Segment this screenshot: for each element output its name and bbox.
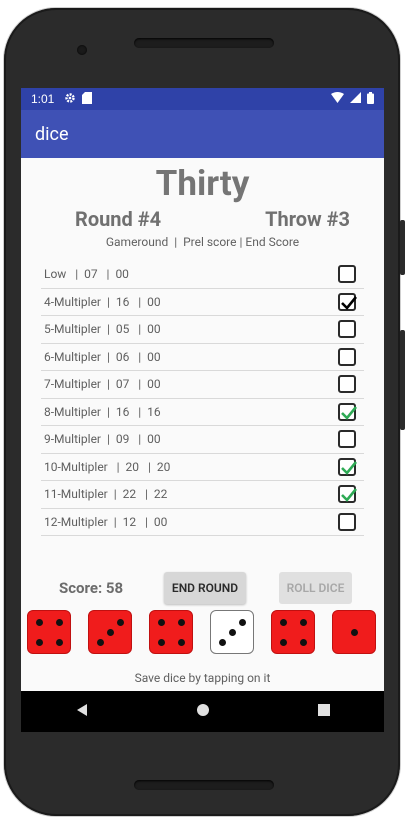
game-title: Thirty xyxy=(155,163,250,204)
back-icon[interactable] xyxy=(75,702,89,721)
die-pip xyxy=(279,639,287,647)
volume-button xyxy=(400,330,405,430)
die[interactable] xyxy=(149,610,193,654)
round-label: Round #4 xyxy=(75,207,162,231)
score-row: 7-Multipler | 07 | 00 xyxy=(41,371,364,399)
die-pip xyxy=(229,629,236,636)
score-checkbox[interactable] xyxy=(338,375,356,394)
score-row: Low | 07 | 00 xyxy=(41,261,364,289)
throw-label: Throw #3 xyxy=(265,207,350,231)
end-round-button[interactable]: END ROUND xyxy=(164,572,246,604)
top-speaker xyxy=(134,38,274,48)
die-pip xyxy=(35,639,43,647)
app-title: dice xyxy=(35,123,69,145)
score-columns-header: Gameround | Prel score | End Score xyxy=(105,235,300,249)
sd-card-icon xyxy=(82,91,93,107)
score-row-label: Low | 07 | 00 xyxy=(44,267,129,282)
score-row: 9-Multipler | 09 | 00 xyxy=(41,426,364,454)
save-dice-hint: Save dice by tapping on it xyxy=(134,671,271,685)
die-pip xyxy=(279,618,287,626)
score-checkbox[interactable] xyxy=(338,457,358,476)
roll-dice-button[interactable]: ROLL DICE xyxy=(279,572,352,604)
score-checkbox[interactable] xyxy=(338,512,356,531)
app-bar: dice xyxy=(21,110,384,158)
score-row: 11-Multipler | 22 | 22 xyxy=(41,481,364,509)
score-row-label: 8-Multipler | 16 | 16 xyxy=(44,404,161,419)
die-pip xyxy=(157,618,165,626)
score-row: 8-Multipler | 16 | 16 xyxy=(41,399,364,426)
battery-icon xyxy=(367,91,374,107)
score-checkbox[interactable] xyxy=(338,265,356,284)
die-pip xyxy=(178,639,186,647)
checkmark-icon xyxy=(341,295,358,310)
score-row-label: 11-Multipler | 22 | 22 xyxy=(44,487,168,502)
status-time: 1:01 xyxy=(31,92,55,106)
score-row-label: 12-Multipler | 12 | 00 xyxy=(44,514,168,529)
die-pip xyxy=(300,618,308,626)
checkmark-icon xyxy=(341,488,358,503)
wifi-icon xyxy=(331,92,344,106)
checkmark-icon xyxy=(341,460,358,475)
die-pip xyxy=(157,639,165,647)
die[interactable] xyxy=(210,610,254,654)
score-checkbox[interactable] xyxy=(338,347,356,366)
score-checkbox[interactable] xyxy=(338,402,358,421)
score-row-label: 7-Multipler | 07 | 00 xyxy=(44,377,161,392)
die-pip xyxy=(300,639,308,647)
score-row-label: 5-Multipler | 05 | 00 xyxy=(44,322,161,337)
status-bar: 1:01 xyxy=(21,88,384,110)
score-checkbox[interactable] xyxy=(338,320,356,339)
score-row-label: 9-Multipler | 09 | 00 xyxy=(44,432,161,447)
score-list: Low | 07 | 00 4-Multipler | 16 | 00 5-Mult… xyxy=(41,261,364,536)
die[interactable] xyxy=(271,610,315,654)
die-pip xyxy=(351,629,358,636)
round-throw-row: Round #4 Throw #3 xyxy=(21,207,384,231)
die[interactable] xyxy=(27,610,71,654)
die-pip xyxy=(239,618,247,626)
signal-icon xyxy=(350,92,361,106)
checkmark-icon xyxy=(341,405,358,420)
die-pip xyxy=(218,639,226,647)
screen: 1:01 dice Thirty Round #4 Throw #3 Gamer… xyxy=(21,88,384,732)
score-row-label: 6-Multipler | 06 | 00 xyxy=(44,349,161,364)
front-camera xyxy=(77,45,87,55)
recents-icon[interactable] xyxy=(317,702,331,721)
action-bar: Score: 58 END ROUND ROLL DICE xyxy=(21,572,384,604)
score-row: 12-Multipler | 12 | 00 xyxy=(41,509,364,536)
score-row: 5-Multipler | 05 | 00 xyxy=(41,316,364,344)
score-checkbox[interactable] xyxy=(338,485,358,504)
score-row-label: 10-Multipler | 20 | 20 xyxy=(44,459,171,474)
die-pip xyxy=(56,639,64,647)
die[interactable] xyxy=(332,610,376,654)
score-total: Score: 58 xyxy=(59,579,124,597)
power-button xyxy=(400,220,405,275)
dice-row xyxy=(27,610,377,656)
die-pip xyxy=(107,629,114,636)
score-row: 6-Multipler | 06 | 00 xyxy=(41,344,364,371)
navigation-bar xyxy=(21,691,384,732)
die-pip xyxy=(117,618,125,626)
die-pip xyxy=(56,618,64,626)
die-pip xyxy=(96,639,104,647)
score-row-label: 4-Multipler | 16 | 00 xyxy=(44,294,161,309)
score-checkbox[interactable] xyxy=(338,430,356,449)
bottom-speaker xyxy=(134,780,274,790)
die-pip xyxy=(35,618,43,626)
settings-icon xyxy=(64,92,76,107)
score-checkbox[interactable] xyxy=(338,292,358,311)
home-icon[interactable] xyxy=(196,702,210,721)
die[interactable] xyxy=(88,610,132,654)
score-row: 4-Multipler | 16 | 00 xyxy=(41,289,364,316)
score-row: 10-Multipler | 20 | 20 xyxy=(41,454,364,481)
die-pip xyxy=(178,618,186,626)
